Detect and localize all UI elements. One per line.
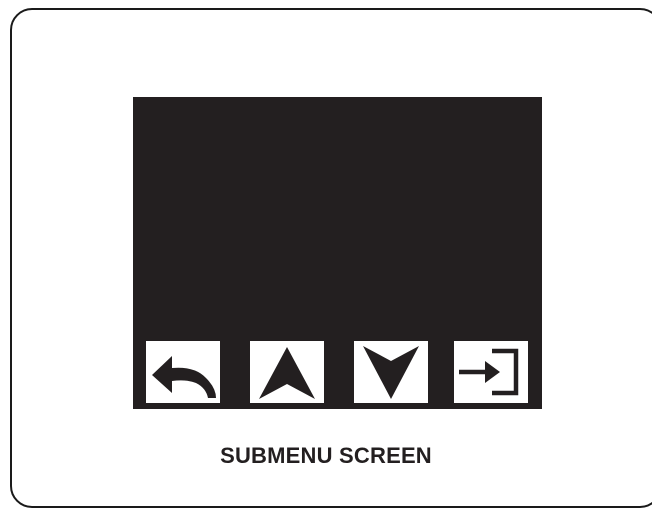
up-arrow-icon: [259, 347, 315, 399]
screen-caption: SUBMENU SCREEN: [220, 443, 432, 468]
back-button[interactable]: [146, 341, 220, 403]
down-button[interactable]: [354, 341, 428, 403]
enter-button[interactable]: [454, 341, 528, 403]
down-arrow-icon: [363, 346, 419, 399]
up-button[interactable]: [250, 341, 324, 403]
enter-icon: [459, 348, 519, 396]
softkey-bar: [146, 341, 528, 403]
back-arrow-icon: [152, 356, 216, 398]
